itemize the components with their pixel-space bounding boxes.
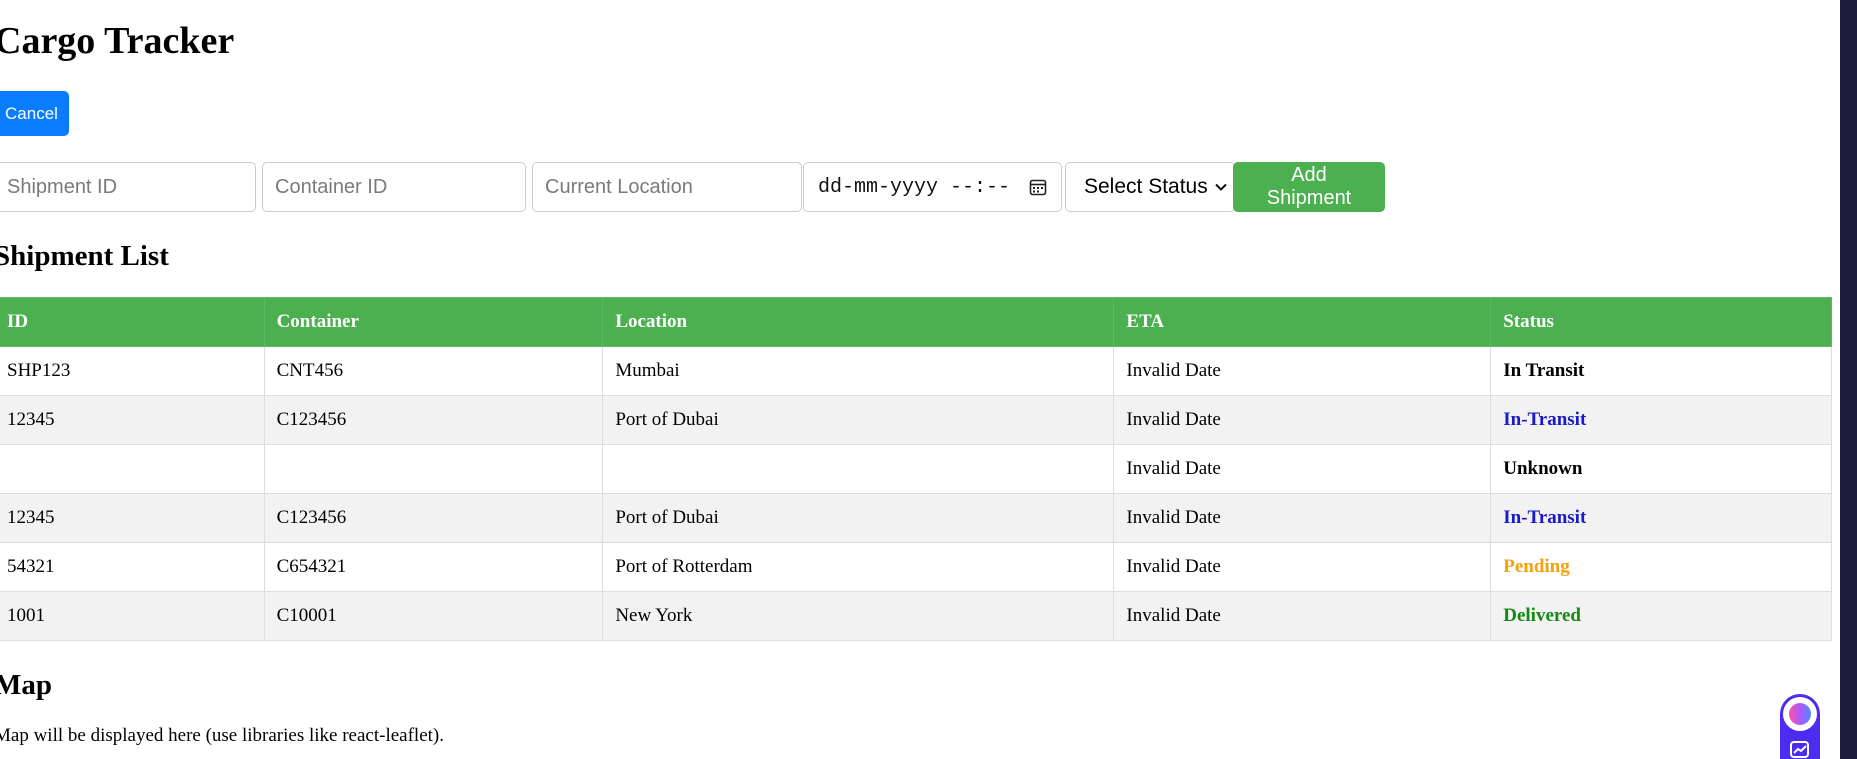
table-row: 12345 C123456 Port of Dubai Invalid Date…: [0, 395, 1832, 445]
cell-container: [263, 444, 604, 494]
cell-location: [602, 444, 1115, 494]
eta-datetime-input[interactable]: dd-mm-yyyy --:--: [803, 162, 1062, 212]
map-placeholder-text: Map will be displayed here (use librarie…: [0, 725, 444, 746]
table-row: SHP123 CNT456 Mumbai Invalid Date In Tra…: [0, 346, 1832, 396]
table-row: 1001 C10001 New York Invalid Date Delive…: [0, 591, 1832, 641]
cell-status: In-Transit: [1490, 395, 1832, 445]
cell-status: In-Transit: [1490, 493, 1832, 543]
shipment-table: ID Container Location ETA Status SHP123 …: [0, 297, 1832, 641]
cell-id: SHP123: [0, 346, 265, 396]
status-select[interactable]: Select Status: [1065, 162, 1235, 212]
cell-status: Delivered: [1490, 591, 1832, 641]
cell-status: In Transit: [1490, 346, 1832, 396]
cell-eta: Invalid Date: [1113, 591, 1492, 641]
cell-container: CNT456: [263, 346, 604, 396]
cell-eta: Invalid Date: [1113, 395, 1492, 445]
extension-logo-icon[interactable]: [1783, 697, 1817, 731]
window-edge: [1840, 0, 1857, 759]
calendar-icon[interactable]: [1029, 178, 1047, 196]
page-title: Cargo Tracker: [0, 20, 235, 62]
map-heading: Map: [0, 669, 52, 701]
shipment-id-input[interactable]: [0, 162, 256, 212]
cell-status: Pending: [1490, 542, 1832, 592]
add-shipment-button[interactable]: Add Shipment: [1233, 162, 1385, 212]
column-header-id: ID: [0, 297, 265, 347]
current-location-input[interactable]: [532, 162, 802, 212]
status-select-value: Select Status: [1084, 175, 1208, 198]
cell-container: C123456: [263, 395, 604, 445]
cell-location: Port of Rotterdam: [602, 542, 1115, 592]
cell-eta: Invalid Date: [1113, 346, 1492, 396]
cell-eta: Invalid Date: [1113, 542, 1492, 592]
cell-eta: Invalid Date: [1113, 444, 1492, 494]
cell-location: Port of Dubai: [602, 493, 1115, 543]
cell-id: 12345: [0, 493, 265, 543]
column-header-eta: ETA: [1113, 297, 1492, 347]
extension-chart-icon[interactable]: [1789, 740, 1811, 759]
cell-container: C123456: [263, 493, 604, 543]
extension-logo-mark: [1789, 703, 1811, 725]
chevron-down-icon: [1215, 183, 1227, 191]
cell-location: Mumbai: [602, 346, 1115, 396]
cell-container: C654321: [263, 542, 604, 592]
cell-container: C10001: [263, 591, 604, 641]
table-header-row: ID Container Location ETA Status: [0, 297, 1832, 347]
cell-location: New York: [602, 591, 1115, 641]
cell-eta: Invalid Date: [1113, 493, 1492, 543]
shipment-list-heading: Shipment List: [0, 240, 169, 272]
cell-location: Port of Dubai: [602, 395, 1115, 445]
cell-id: 12345: [0, 395, 265, 445]
table-row: 12345 C123456 Port of Dubai Invalid Date…: [0, 493, 1832, 543]
cell-id: 54321: [0, 542, 265, 592]
cell-id: [0, 444, 265, 494]
cell-status: Unknown: [1490, 444, 1832, 494]
column-header-location: Location: [602, 297, 1115, 347]
table-row: 54321 C654321 Port of Rotterdam Invalid …: [0, 542, 1832, 592]
cancel-button[interactable]: Cancel: [0, 91, 69, 136]
column-header-container: Container: [263, 297, 604, 347]
cell-id: 1001: [0, 591, 265, 641]
column-header-status: Status: [1490, 297, 1832, 347]
table-row: Invalid Date Unknown: [0, 444, 1832, 494]
eta-datetime-placeholder: dd-mm-yyyy --:--: [818, 175, 1011, 199]
container-id-input[interactable]: [262, 162, 526, 212]
